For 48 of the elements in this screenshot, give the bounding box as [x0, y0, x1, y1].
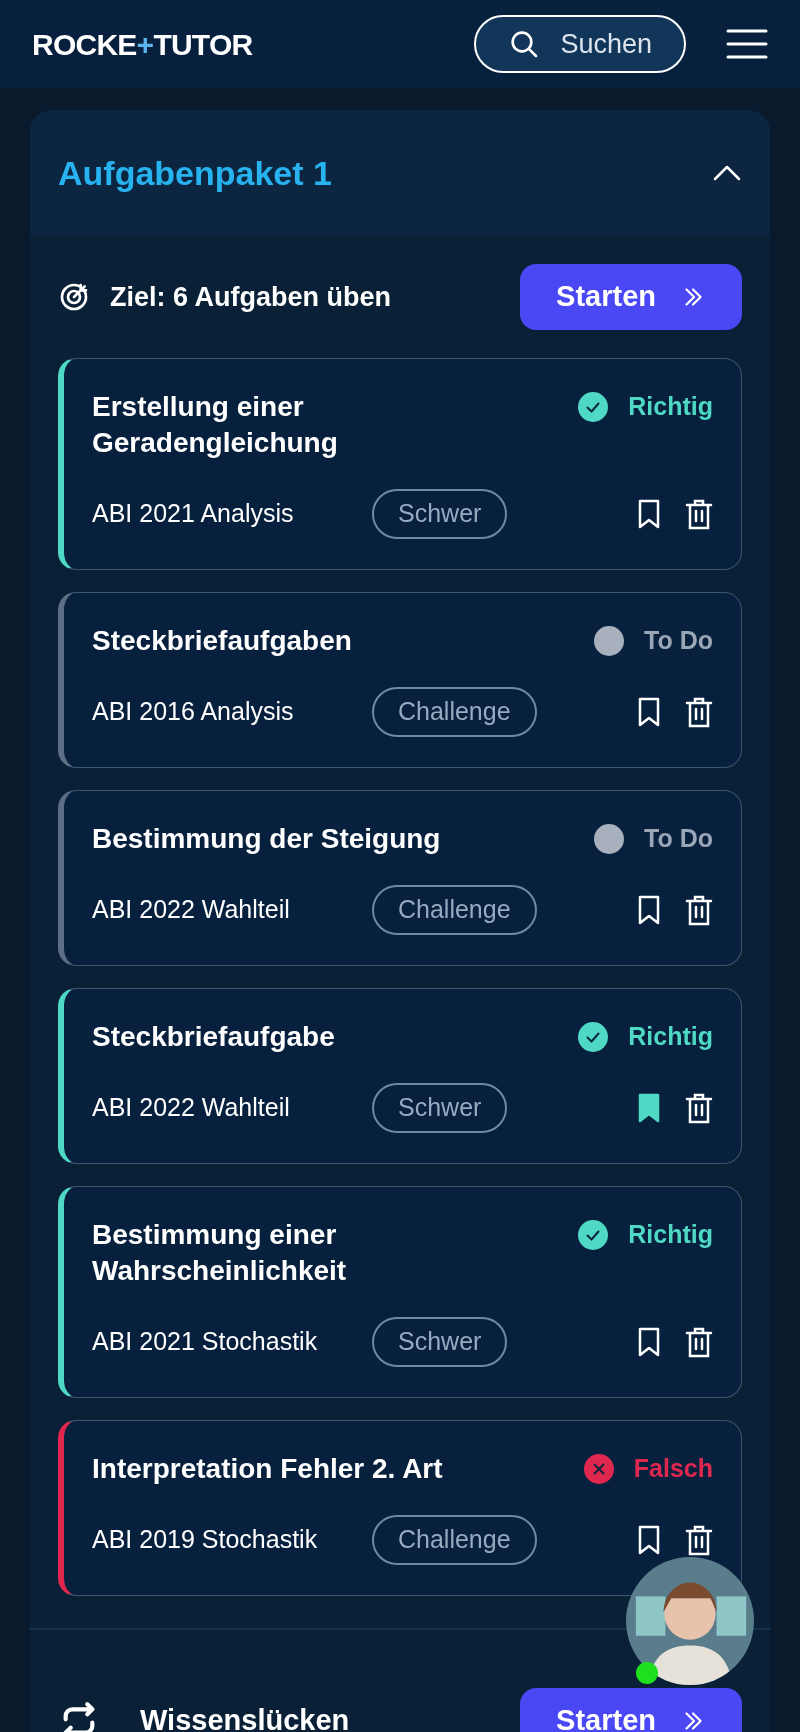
difficulty-tag: Challenge — [372, 1515, 537, 1565]
trash-icon[interactable] — [685, 1092, 713, 1124]
gaps-label: Wissenslücken — [140, 1703, 350, 1732]
start-button[interactable]: Starten — [520, 1688, 742, 1732]
chevron-up-icon[interactable] — [712, 164, 742, 182]
status-label: Richtig — [628, 1021, 713, 1053]
package-header[interactable]: Aufgabenpaket 1 — [30, 110, 770, 236]
task-source: ABI 2021 Stochastik — [92, 1326, 319, 1358]
task-title: Steckbriefaufgabe — [92, 1020, 335, 1054]
status-label: To Do — [644, 823, 713, 855]
bookmark-icon[interactable] — [637, 1093, 661, 1123]
trash-icon[interactable] — [685, 1524, 713, 1556]
status-label: Falsch — [633, 1453, 713, 1485]
start-button[interactable]: Starten — [520, 264, 742, 330]
logo[interactable]: ROCKE+TUTOR — [32, 21, 253, 67]
trash-icon[interactable] — [685, 498, 713, 530]
task-card[interactable]: Bestimmung einer Wahrscheinlichkeit Richtig ABI 2021 Stochastik Schwer — [58, 1186, 742, 1398]
task-title: Steckbriefaufgaben — [92, 624, 352, 658]
task-title: Erstellung einer Geradengleichung — [92, 390, 339, 460]
status-label: To Do — [644, 625, 713, 657]
difficulty-tag: Schwer — [372, 1083, 508, 1133]
task-source: ABI 2022 Wahlteil — [92, 894, 291, 926]
task-source: ABI 2019 Stochastik — [92, 1524, 319, 1556]
status-label: Richtig — [628, 1219, 713, 1251]
status-label: Richtig — [628, 391, 713, 423]
goal-text: Ziel: 6 Aufgaben üben — [110, 280, 391, 314]
task-title: Bestimmung einer Wahrscheinlichkeit — [92, 1218, 348, 1288]
menu-icon[interactable] — [726, 28, 768, 60]
search-button[interactable]: Suchen — [474, 15, 686, 73]
trash-icon[interactable] — [685, 1326, 713, 1358]
task-card[interactable]: Steckbriefaufgabe Richtig ABI 2022 Wahlteil Schwer — [58, 988, 742, 1164]
task-source: ABI 2021 Analysis — [92, 498, 295, 530]
task-title: Bestimmung der Steigung — [92, 822, 441, 856]
target-icon — [58, 281, 90, 313]
difficulty-tag: Schwer — [372, 489, 508, 539]
task-source: ABI 2016 Analysis — [92, 696, 295, 728]
package-title: Aufgabenpaket 1 — [58, 152, 332, 194]
difficulty-tag: Challenge — [372, 885, 537, 935]
trash-icon[interactable] — [685, 894, 713, 926]
task-source: ABI 2022 Wahlteil — [92, 1092, 291, 1124]
difficulty-tag: Challenge — [372, 687, 537, 737]
difficulty-tag: Schwer — [372, 1317, 508, 1367]
trash-icon[interactable] — [685, 696, 713, 728]
task-card[interactable]: Bestimmung der Steigung To Do ABI 2022 Wahlteil Challenge — [58, 790, 742, 966]
task-card[interactable]: Steckbriefaufgaben To Do ABI 2016 Analysis Challenge — [58, 592, 742, 768]
task-card[interactable]: Interpretation Fehler 2. Art Falsch ABI 2019 Stochastik Challenge — [58, 1420, 742, 1596]
task-title: Interpretation Fehler 2. Art — [92, 1452, 443, 1486]
task-card[interactable]: Erstellung einer Geradengleichung Richtig ABI 2021 Analysis Schwer — [58, 358, 742, 570]
